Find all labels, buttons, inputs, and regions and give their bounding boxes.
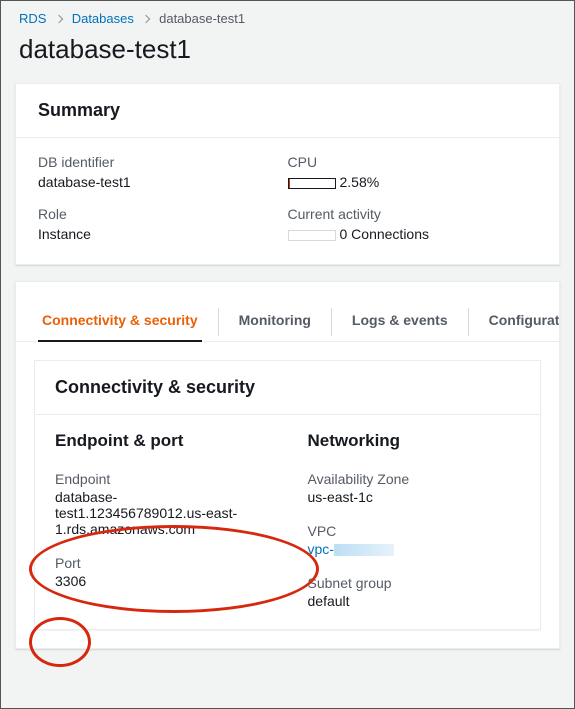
tabs-bar: Connectivity & security Monitoring Logs …	[16, 282, 559, 342]
cpu-percent-text: 2.58%	[340, 174, 380, 190]
vpc-link[interactable]: vpc-	[308, 541, 334, 557]
port-value: 3306	[55, 573, 268, 589]
breadcrumb-current: database-test1	[159, 11, 245, 26]
detail-tabs-panel: Connectivity & security Monitoring Logs …	[15, 281, 560, 649]
subnet-group-label: Subnet group	[308, 575, 521, 591]
breadcrumb: RDS Databases database-test1	[1, 1, 574, 30]
vpc-label: VPC	[308, 523, 521, 539]
summary-header: Summary	[16, 84, 559, 137]
endpoint-port-section-title: Endpoint & port	[55, 431, 268, 451]
chevron-right-icon	[54, 11, 64, 26]
tab-divider	[218, 308, 219, 336]
role-value: Instance	[38, 226, 288, 242]
tab-logs-events[interactable]: Logs & events	[348, 302, 452, 342]
tab-configuration[interactable]: Configuration	[485, 302, 559, 342]
breadcrumb-databases-link[interactable]: Databases	[72, 11, 134, 26]
vpc-link-text: vpc-	[308, 541, 334, 557]
endpoint-value: database-test1.123456789012.us-east-1.rd…	[55, 489, 268, 537]
tab-divider	[331, 308, 332, 336]
cpu-label: CPU	[288, 154, 538, 170]
tab-divider	[468, 308, 469, 336]
cpu-bar-fill	[289, 179, 290, 188]
endpoint-label: Endpoint	[55, 471, 268, 487]
subnet-group-value: default	[308, 593, 521, 609]
activity-bar	[288, 230, 336, 241]
port-label: Port	[55, 555, 268, 571]
tab-monitoring[interactable]: Monitoring	[235, 302, 315, 342]
db-identifier-label: DB identifier	[38, 154, 288, 170]
connectivity-subpanel: Connectivity & security Endpoint & port …	[34, 360, 541, 630]
db-identifier-value: database-test1	[38, 174, 288, 190]
networking-section-title: Networking	[308, 431, 521, 451]
connectivity-header: Connectivity & security	[35, 361, 540, 414]
az-value: us-east-1c	[308, 489, 521, 505]
current-activity-value: 0 Connections	[288, 226, 538, 242]
tab-connectivity[interactable]: Connectivity & security	[38, 302, 202, 342]
az-label: Availability Zone	[308, 471, 521, 487]
role-label: Role	[38, 206, 288, 222]
breadcrumb-root-link[interactable]: RDS	[19, 11, 46, 26]
cpu-value: 2.58%	[288, 174, 538, 190]
activity-text: 0 Connections	[340, 226, 430, 242]
current-activity-label: Current activity	[288, 206, 538, 222]
cpu-bar	[288, 178, 336, 189]
summary-panel: Summary DB identifier database-test1 Rol…	[15, 83, 560, 265]
page-title: database-test1	[1, 30, 574, 83]
chevron-right-icon	[141, 11, 151, 26]
vpc-redacted-icon	[334, 544, 394, 556]
